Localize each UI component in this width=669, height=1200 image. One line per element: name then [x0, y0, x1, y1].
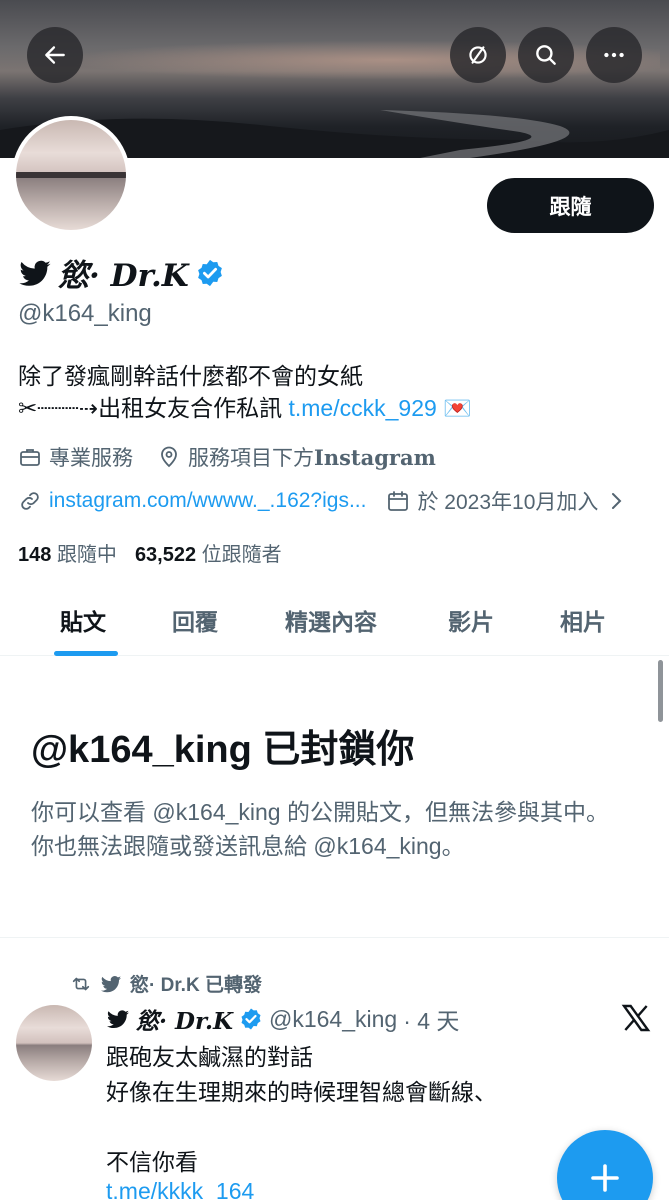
more-icon [604, 52, 624, 58]
blocked-title: @k164_king 已封鎖你 [31, 729, 415, 771]
profile-meta-row-1: 專業服務 服務項目下方Instagram [18, 442, 436, 472]
search-icon [536, 45, 556, 65]
tab-photos[interactable]: 相片 [560, 603, 606, 637]
link-icon [21, 492, 39, 510]
divider [0, 937, 669, 938]
website-item[interactable]: instagram.com/wwww._.162?igs... [18, 489, 366, 513]
retweet-label: 慾· Dr.K 已轉發 [130, 975, 262, 996]
profile-tabs: 貼文 回覆 精選內容 影片 相片 [0, 585, 669, 656]
x-logo-icon[interactable] [620, 1002, 652, 1034]
bio-line-2: ✂┈┈┈⇢出租女友合作私訊 t.me/cckk_929 💌 [18, 392, 472, 424]
twitter-bird-icon [107, 1010, 129, 1029]
followers-stat[interactable]: 63,522 位跟隨者 [135, 538, 282, 567]
active-tab-indicator [54, 651, 118, 656]
back-button[interactable] [27, 27, 83, 83]
tab-videos[interactable]: 影片 [448, 603, 494, 637]
location-pin-icon [161, 446, 177, 468]
tweet-link[interactable]: t.me/kkkk_164 [106, 1178, 254, 1200]
profile-name: 慾· Dr.K [58, 258, 189, 294]
category-label: 專業服務 [49, 447, 133, 470]
location-item: 服務項目下方Instagram [157, 442, 436, 472]
tweet-text: 跟砲友太鹹濕的對話 好像在生理期來的時候理智總會斷線、 不信你看 [106, 1044, 497, 1175]
chevron-right-icon[interactable] [604, 489, 628, 513]
compose-post-button[interactable] [557, 1130, 653, 1200]
following-stat[interactable]: 148 跟隨中 [18, 538, 117, 567]
profile-stats: 148 跟隨中 63,522 位跟隨者 [18, 538, 282, 567]
twitter-bird-icon [19, 260, 51, 286]
scrollbar[interactable] [658, 660, 663, 722]
briefcase-icon [20, 449, 40, 466]
tab-posts[interactable]: 貼文 [60, 603, 106, 637]
profile-meta-row-2: instagram.com/wwww._.162?igs... 於 2023年1… [18, 486, 628, 516]
tab-replies[interactable]: 回覆 [172, 603, 218, 637]
follow-button[interactable]: 跟隨 [487, 178, 654, 233]
joined-item: 於 2023年10月加入 [386, 486, 598, 516]
love-letter-icon: 💌 [443, 395, 472, 421]
blocked-description: 你可以查看 @k164_king 的公開貼文，但無法參與其中。你也無法跟隨或發送… [31, 799, 609, 859]
bio-line-2-text: ✂┈┈┈⇢出租女友合作私訊 [18, 395, 289, 421]
calendar-icon [388, 491, 409, 511]
profile-handle: @k164_king [18, 300, 152, 327]
tweet-header: 慾· Dr.K @k164_king · 4 天 [106, 1002, 459, 1036]
verified-badge-icon [239, 1007, 263, 1031]
retweet-icon [72, 977, 90, 990]
profile-avatar[interactable] [12, 116, 130, 234]
location-label: 服務項目下方Instagram [188, 445, 436, 470]
bio-line-1: 除了發瘋剛幹話什麼都不會的女紙 [18, 363, 363, 389]
twitter-bird-icon [100, 975, 122, 992]
unfollow-icon [469, 46, 487, 64]
category-item: 專業服務 [18, 442, 133, 472]
arrow-left-icon [45, 46, 65, 64]
profile-bio: 除了發瘋剛幹話什麼都不會的女紙 ✂┈┈┈⇢出租女友合作私訊 t.me/cckk_… [18, 360, 472, 424]
bio-telegram-link[interactable]: t.me/cckk_929 [288, 395, 436, 421]
tweet-author-name[interactable]: 慾· Dr.K [136, 1002, 233, 1036]
plus-icon [591, 1164, 619, 1192]
tweet-author-avatar[interactable] [16, 1005, 92, 1081]
tweet-author-handle: @k164_king [268, 1005, 398, 1032]
website-link[interactable]: instagram.com/wwww._.162?igs... [49, 489, 366, 513]
profile-name-row: 慾· Dr.K [18, 250, 225, 295]
unfollow-button[interactable] [450, 27, 506, 83]
search-button[interactable] [518, 27, 574, 83]
retweet-indicator: 慾· Dr.K 已轉發 [70, 970, 262, 997]
tab-highlights[interactable]: 精選內容 [285, 603, 377, 637]
tweet-time: · 4 天 [403, 1008, 460, 1034]
more-button[interactable] [586, 27, 642, 83]
joined-label: 於 2023年10月加入 [417, 491, 599, 514]
verified-badge-icon [195, 258, 225, 288]
